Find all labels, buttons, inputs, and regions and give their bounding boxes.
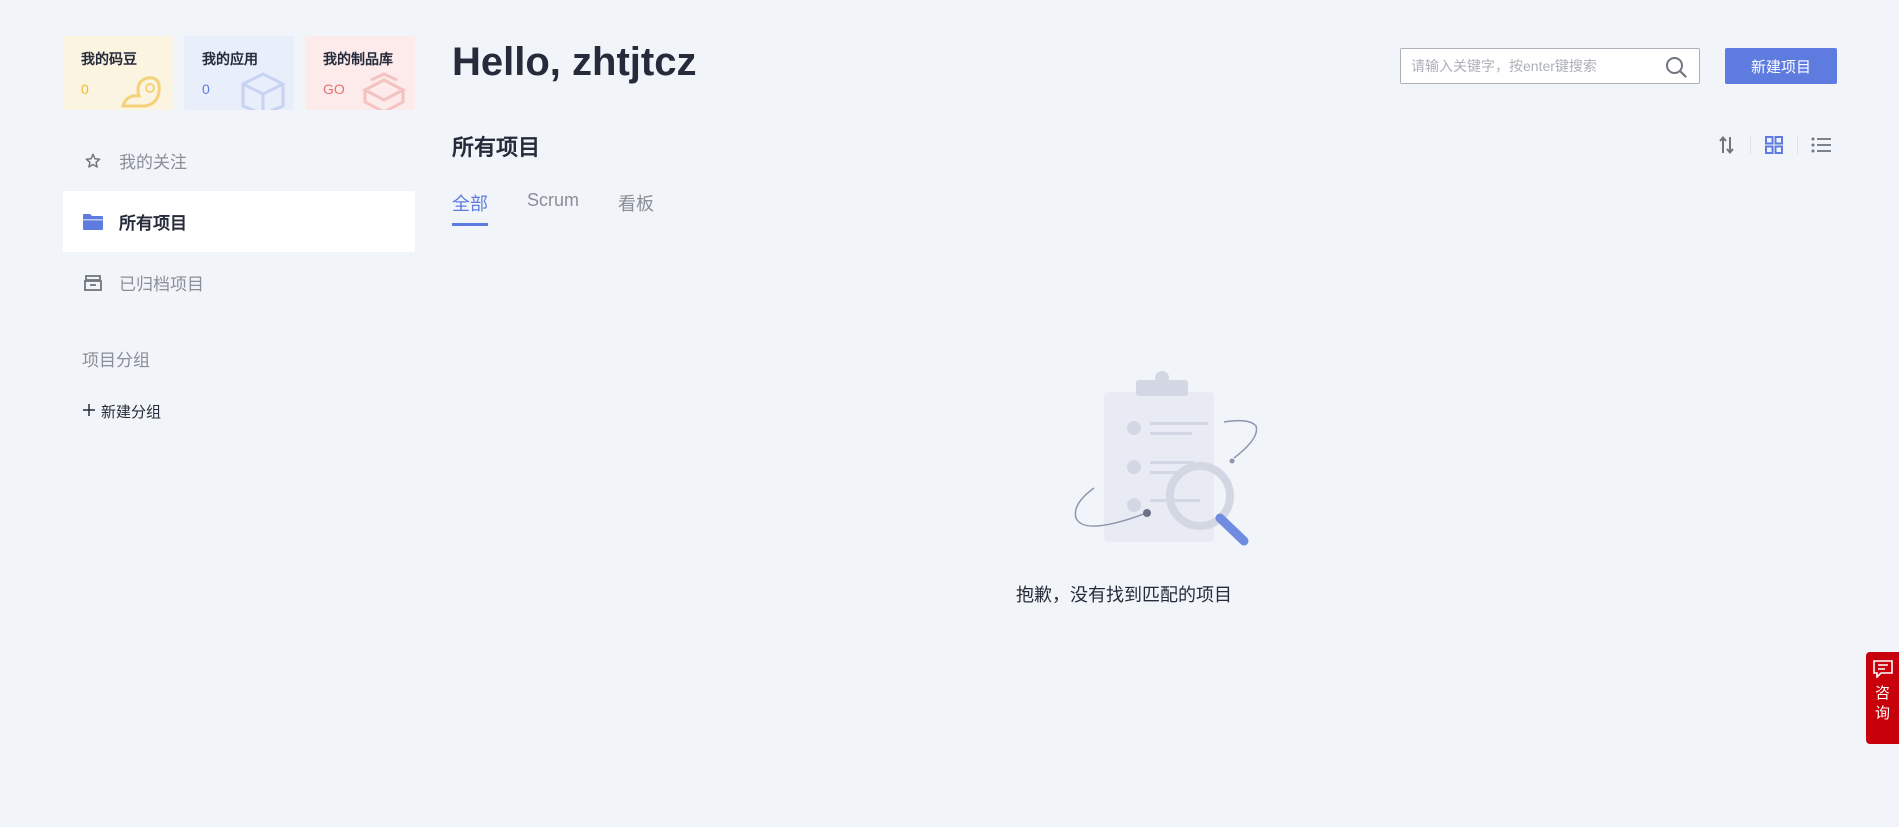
new-project-button[interactable]: 新建项目 — [1725, 48, 1837, 84]
tab-all[interactable]: 全部 — [452, 190, 488, 226]
star-icon — [82, 150, 104, 172]
beans-icon — [120, 76, 161, 108]
sidebar-item-all-projects[interactable]: 所有项目 — [63, 191, 415, 252]
divider — [1750, 136, 1751, 154]
section-title: 所有项目 — [452, 135, 541, 160]
chat-icon — [1872, 660, 1893, 684]
card-title: 我的应用 — [202, 51, 258, 67]
my-library-card[interactable]: 我的制品库 GO — [305, 36, 415, 110]
list-view-icon[interactable] — [1810, 134, 1832, 156]
divider — [1797, 136, 1798, 154]
my-beans-card[interactable]: 我的码豆 0 — [63, 36, 173, 110]
sidebar-item-label: 我的关注 — [119, 153, 187, 172]
sidebar-item-archived[interactable]: 已归档项目 — [63, 252, 415, 313]
card-title: 我的制品库 — [323, 51, 393, 67]
search-box — [1400, 48, 1700, 84]
cube-icon — [241, 72, 285, 110]
new-group-label: 新建分组 — [101, 404, 162, 421]
sidebar-item-label: 所有项目 — [119, 214, 187, 233]
project-tabs: 全部 Scrum 看板 — [452, 190, 654, 226]
sidebar: 我的码豆 0 我的应用 0 我的制品库 GO 我的关注 所有项目 已归档项目 项… — [63, 36, 415, 422]
consult-label-1: 咨 — [1874, 685, 1890, 702]
folder-icon — [82, 211, 104, 233]
plus-icon — [83, 403, 95, 420]
consult-label-2: 询 — [1874, 705, 1890, 722]
card-title: 我的码豆 — [81, 51, 137, 67]
greeting-title: Hello, zhtjtcz — [452, 40, 697, 84]
grid-view-icon[interactable] — [1763, 134, 1785, 156]
sidebar-nav: 我的关注 所有项目 已归档项目 — [63, 130, 415, 313]
new-group-button[interactable]: 新建分组 — [63, 401, 415, 422]
tab-kanban[interactable]: 看板 — [618, 190, 654, 226]
search-input[interactable] — [1401, 49, 1656, 83]
empty-message: 抱歉，没有找到匹配的项目 — [1016, 585, 1232, 605]
package-icon — [361, 72, 407, 110]
archive-icon — [82, 272, 104, 294]
empty-clipboard-icon — [1074, 371, 1258, 546]
consult-button[interactable]: 咨 询 — [1866, 652, 1899, 744]
tab-scrum[interactable]: Scrum — [527, 190, 579, 226]
sort-icon[interactable] — [1716, 134, 1738, 156]
empty-state: 抱歉，没有找到匹配的项目 — [1016, 366, 1289, 607]
my-apps-card[interactable]: 我的应用 0 — [184, 36, 294, 110]
sidebar-item-label: 已归档项目 — [119, 275, 204, 294]
search-icon[interactable] — [1665, 56, 1687, 83]
sidebar-item-following[interactable]: 我的关注 — [63, 130, 415, 191]
summary-cards: 我的码豆 0 我的应用 0 我的制品库 GO — [63, 36, 415, 110]
project-groups-title: 项目分组 — [82, 351, 150, 370]
view-toolbar — [1716, 134, 1832, 156]
